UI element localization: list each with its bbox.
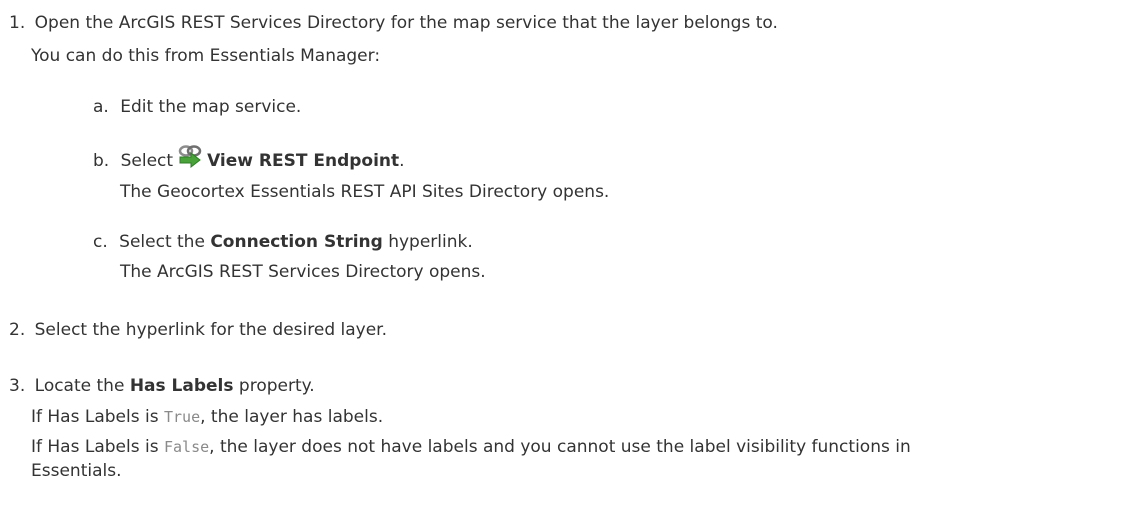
- step-3-line: 3. Locate the Has Labels property.: [9, 374, 315, 398]
- substep-b-letter: b.: [93, 151, 110, 171]
- substep-b-result: The Geocortex Essentials REST API Sites …: [120, 182, 610, 202]
- substep-c-prefix: Select the: [119, 232, 205, 252]
- view-rest-endpoint-icon: [177, 144, 207, 170]
- substep-c-command: Connection String: [210, 232, 383, 252]
- substep-b-prefix: Select: [120, 151, 174, 171]
- substep-c-result: The ArcGIS REST Services Directory opens…: [120, 262, 486, 282]
- step-3-true-line: If Has Labels is True, the layer has lab…: [31, 405, 383, 429]
- step-2-line: 2. Select the hyperlink for the desired …: [9, 318, 387, 342]
- substep-c-suffix: hyperlink.: [388, 232, 473, 252]
- step-3-false-prefix: If Has Labels is: [31, 437, 159, 457]
- substep-a-text: Edit the map service.: [120, 97, 302, 117]
- step-3-false-continuation: Essentials.: [31, 461, 122, 481]
- step-3-prefix: Locate the: [34, 376, 125, 396]
- step-1-line: 1. Open the ArcGIS REST Services Directo…: [9, 11, 778, 35]
- step-1-text: Open the ArcGIS REST Services Directory …: [34, 13, 778, 33]
- substep-b-suffix: .: [399, 151, 405, 171]
- step-3-true-suffix: , the layer has labels.: [200, 407, 384, 427]
- false-code-value: False: [163, 438, 210, 456]
- true-code-value: True: [163, 408, 201, 426]
- substep-b-command: View REST Endpoint: [207, 151, 400, 171]
- step-3-true-prefix: If Has Labels is: [31, 407, 159, 427]
- substep-a-letter: a.: [93, 97, 109, 117]
- substep-a-line: a. Edit the map service.: [93, 95, 301, 119]
- substep-b-line: b. Select View REST Endpoint.: [93, 144, 405, 174]
- step-2-number: 2.: [9, 320, 26, 340]
- substep-c-letter: c.: [93, 232, 108, 252]
- step-3-property: Has Labels: [129, 376, 234, 396]
- step-3-false-suffix: , the layer does not have labels and you…: [209, 437, 911, 457]
- step-1-number: 1.: [9, 13, 26, 33]
- step-1-note: You can do this from Essentials Manager:: [31, 46, 381, 66]
- step-3-false-line: If Has Labels is False, the layer does n…: [31, 435, 911, 459]
- step-2-text: Select the hyperlink for the desired lay…: [34, 320, 388, 340]
- step-3-number: 3.: [9, 376, 26, 396]
- instruction-document: 1. Open the ArcGIS REST Services Directo…: [0, 0, 1136, 531]
- step-3-suffix: property.: [238, 376, 315, 396]
- substep-c-line: c. Select the Connection String hyperlin…: [93, 230, 473, 254]
